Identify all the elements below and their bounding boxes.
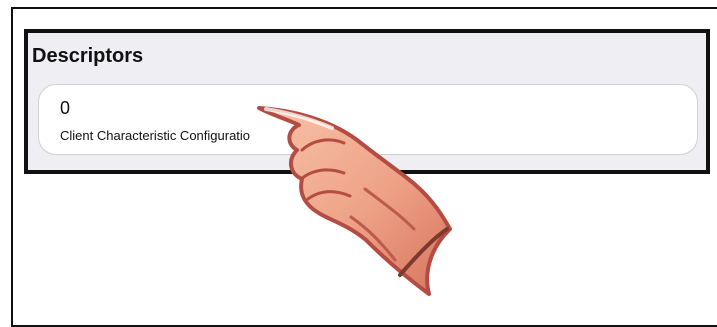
pointing-hand-icon <box>257 106 452 296</box>
descriptors-title: Descriptors <box>32 45 144 67</box>
descriptor-value: 0 <box>60 98 71 118</box>
descriptor-name: Client Characteristic Configuratio <box>60 128 251 143</box>
